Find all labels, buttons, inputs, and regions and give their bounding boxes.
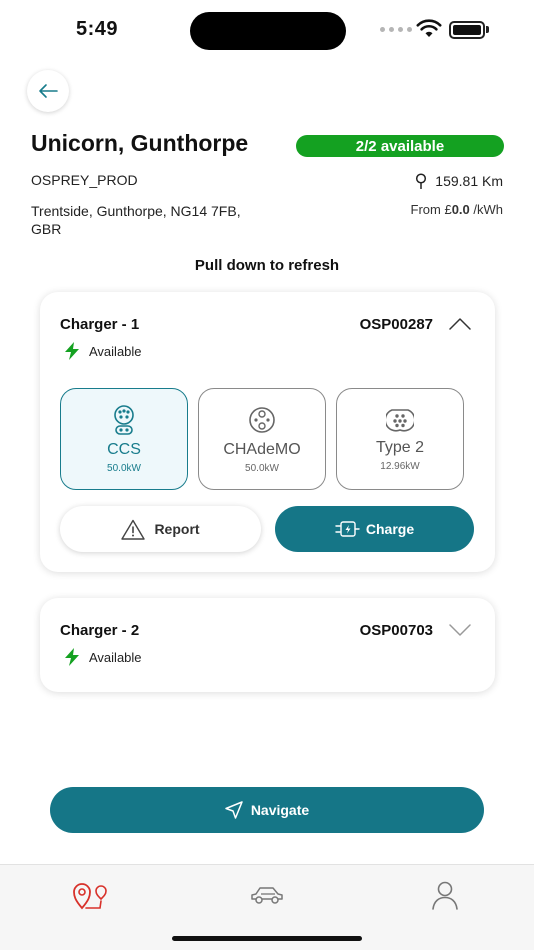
ccs-connector-icon <box>114 405 134 435</box>
arrow-left-icon <box>39 84 58 98</box>
dynamic-island <box>190 12 346 50</box>
signal-dots-icon <box>380 27 414 33</box>
charge-label: Charge <box>365 521 415 537</box>
distance-value: 159.81 Km <box>435 173 503 189</box>
charge-button[interactable]: Charge <box>275 506 474 552</box>
distance: 159.81 Km <box>415 173 503 189</box>
price-value: 0.0 <box>451 202 470 217</box>
price-info: From £0.0 /kWh <box>411 202 503 217</box>
connector-power: 50.0kW <box>107 463 141 474</box>
site-title: Unicorn, Gunthorpe <box>31 130 249 156</box>
navigation-arrow-icon <box>225 801 243 819</box>
home-indicator <box>172 936 362 941</box>
warning-icon <box>121 519 146 540</box>
connector-type2[interactable]: Type 2 12.96kW <box>336 388 464 490</box>
type2-connector-icon <box>386 409 414 432</box>
navigate-label: Navigate <box>250 802 310 818</box>
charger-card-2[interactable]: Charger - 2 OSP00703 Available <box>40 598 495 692</box>
tab-map[interactable] <box>69 875 109 915</box>
pull-to-refresh-hint: Pull down to refresh <box>194 257 340 274</box>
charger-name: Charger - 1 <box>60 316 140 333</box>
price-prefix: From £ <box>410 202 452 217</box>
profile-icon <box>432 881 458 910</box>
navigate-button[interactable]: Navigate <box>50 787 484 833</box>
charger-status-label: Available <box>89 343 142 359</box>
battery-tip <box>486 26 489 33</box>
chevron-down-icon[interactable] <box>449 624 471 636</box>
location-pin-icon <box>416 173 427 189</box>
charger-card-1: Charger - 1 OSP00287 Available CCS 50.0k… <box>40 292 495 572</box>
report-button[interactable]: Report <box>60 506 261 552</box>
battery-icon <box>449 21 485 39</box>
charger-name: Charger - 2 <box>60 622 140 639</box>
map-pin-route-icon <box>73 883 107 910</box>
connector-type: CCS <box>107 441 141 458</box>
charger-id: OSP00287 <box>359 316 433 333</box>
chademo-connector-icon <box>249 407 275 433</box>
charger-status: Available <box>64 648 142 666</box>
price-unit: /kWh <box>469 202 503 217</box>
back-button[interactable] <box>27 70 69 112</box>
network-name: OSPREY_PROD <box>31 172 138 188</box>
report-label: Report <box>154 521 200 537</box>
status-time: 5:49 <box>76 18 119 40</box>
charger-status: Available <box>64 342 142 360</box>
connector-ccs[interactable]: CCS 50.0kW <box>60 388 188 490</box>
connector-chademo[interactable]: CHAdeMO 50.0kW <box>198 388 326 490</box>
site-address: Trentside, Gunthorpe, NG14 7FB, GBR <box>31 203 241 237</box>
connector-type: Type 2 <box>375 439 425 456</box>
connector-type: CHAdeMO <box>223 441 301 458</box>
availability-badge: 2/2 available <box>296 135 504 157</box>
connector-power: 12.96kW <box>380 461 420 472</box>
lightning-icon <box>65 342 79 360</box>
connector-power: 50.0kW <box>245 463 279 474</box>
lightning-icon <box>65 648 79 666</box>
charger-id: OSP00703 <box>359 622 433 639</box>
tab-profile[interactable] <box>425 875 465 915</box>
charger-status-label: Available <box>89 649 142 665</box>
charge-plug-icon <box>335 521 360 537</box>
chevron-up-icon[interactable] <box>449 318 471 330</box>
car-icon <box>251 887 283 904</box>
wifi-icon <box>416 19 442 37</box>
tab-car[interactable] <box>247 875 287 915</box>
